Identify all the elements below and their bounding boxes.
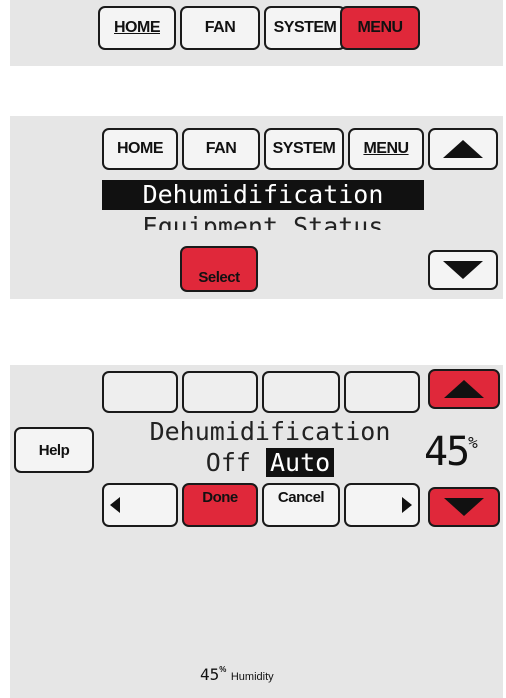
home-tab[interactable]: HOME xyxy=(98,6,176,50)
setting-options: Off Auto xyxy=(120,448,420,477)
system-tab[interactable]: SYSTEM xyxy=(264,128,344,170)
increase-button[interactable] xyxy=(428,369,500,409)
right-arrow-button[interactable] xyxy=(344,483,420,527)
home-tab[interactable]: HOME xyxy=(102,128,178,170)
cancel-button[interactable]: Cancel xyxy=(262,483,340,527)
blank-button-1[interactable] xyxy=(102,371,178,413)
option-auto[interactable]: Auto xyxy=(266,448,335,477)
footer-label: Humidity xyxy=(230,671,274,683)
screen1-panel: HOME FAN SYSTEM MENU xyxy=(10,0,503,66)
humidity-setpoint: 45% xyxy=(424,429,506,475)
setpoint-value: 45 xyxy=(424,429,470,475)
help-button[interactable]: Help xyxy=(14,427,94,473)
down-arrow-icon xyxy=(444,498,484,516)
screen3-panel: Help Dehumidification Off Auto 45% Done … xyxy=(10,365,503,698)
up-arrow-icon xyxy=(443,140,483,158)
fan-tab[interactable]: FAN xyxy=(182,128,260,170)
menu-item-equipment-status-clip: Equipment Status xyxy=(102,212,424,230)
screen2-panel: HOME FAN SYSTEM MENU Dehumidification Eq… xyxy=(10,116,503,299)
down-arrow-icon xyxy=(443,261,483,279)
menu-tab[interactable]: MENU xyxy=(348,128,424,170)
setting-title: Dehumidification xyxy=(149,417,391,446)
menu-item-dehumidification[interactable]: Dehumidification xyxy=(102,180,424,210)
setpoint-unit: % xyxy=(468,433,478,452)
left-arrow-button[interactable] xyxy=(102,483,178,527)
blank-button-4[interactable] xyxy=(344,371,420,413)
decrease-button[interactable] xyxy=(428,487,500,527)
right-arrow-icon xyxy=(402,497,412,513)
humidity-footer: 45% Humidity xyxy=(200,665,340,689)
menu-tab[interactable]: MENU xyxy=(340,6,420,50)
done-button[interactable]: Done xyxy=(182,483,258,527)
blank-button-2[interactable] xyxy=(182,371,258,413)
up-arrow-icon xyxy=(444,380,484,398)
scroll-up-button[interactable] xyxy=(428,128,498,170)
menu-item-equipment-status[interactable]: Equipment Status xyxy=(102,212,424,230)
fan-tab[interactable]: FAN xyxy=(180,6,260,50)
select-button[interactable]: Select xyxy=(180,246,258,292)
footer-value: 45 xyxy=(200,665,220,684)
footer-unit: % xyxy=(219,665,227,674)
left-arrow-icon xyxy=(110,497,120,513)
option-off[interactable]: Off xyxy=(206,448,251,477)
scroll-down-button[interactable] xyxy=(428,250,498,290)
blank-button-3[interactable] xyxy=(262,371,340,413)
system-tab[interactable]: SYSTEM xyxy=(264,6,346,50)
